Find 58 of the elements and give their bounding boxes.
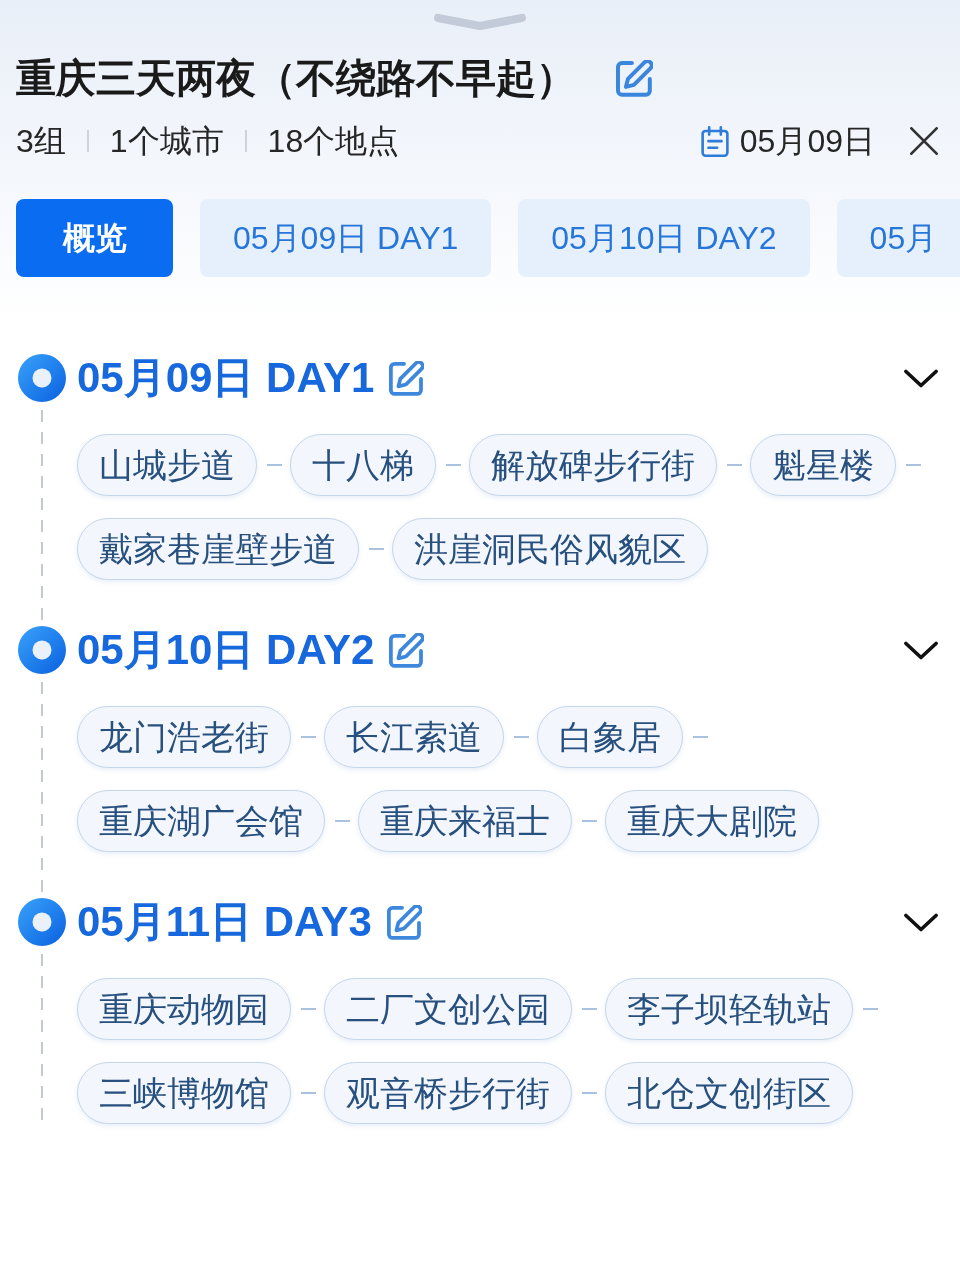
timeline-marker-icon <box>18 898 66 946</box>
tab[interactable]: 05月 <box>836 199 960 277</box>
tab[interactable]: 05月09日 DAY1 <box>200 199 492 277</box>
place-chip[interactable]: 北仓文创街区 <box>605 1062 853 1124</box>
edit-icon[interactable] <box>389 360 425 396</box>
connector-line <box>863 1008 878 1010</box>
edit-icon[interactable] <box>386 904 422 940</box>
trip-stat: 18个地点 <box>267 122 400 161</box>
trip-title: 重庆三天两夜（不绕路不早起） <box>16 55 576 102</box>
calendar-icon <box>700 125 729 157</box>
day-title: 05月11日 DAY3 <box>77 898 372 946</box>
connector-line <box>582 1008 597 1010</box>
chevron-down-icon[interactable] <box>904 640 938 660</box>
connector-line <box>267 464 282 466</box>
place-chip[interactable]: 龙门浩老街 <box>77 706 291 768</box>
place-chip[interactable]: 长江索道 <box>324 706 504 768</box>
place-chip[interactable]: 戴家巷崖壁步道 <box>77 518 359 580</box>
connector-line <box>693 736 708 738</box>
tab[interactable]: 概览 <box>16 199 173 277</box>
connector-line <box>906 464 921 466</box>
place-chip[interactable]: 山城步道 <box>77 434 257 496</box>
place-chip[interactable]: 重庆动物园 <box>77 978 291 1040</box>
trip-stat: 1个城市 <box>109 122 224 161</box>
connector-line <box>727 464 742 466</box>
edit-icon[interactable] <box>389 632 425 668</box>
timeline-marker-icon <box>18 354 66 402</box>
connector-line <box>369 548 384 550</box>
place-chip[interactable]: 白象居 <box>537 706 683 768</box>
edit-icon[interactable] <box>616 59 653 97</box>
timeline-marker-icon <box>18 626 66 674</box>
close-icon[interactable] <box>910 127 938 155</box>
trip-stat: 3组 <box>16 122 66 161</box>
connector-line <box>301 1008 316 1010</box>
connector-line <box>582 1092 597 1094</box>
day-title: 05月10日 DAY2 <box>77 626 375 674</box>
date-text: 05月09日 <box>739 122 875 161</box>
place-chip[interactable]: 重庆湖广会馆 <box>77 790 325 852</box>
place-chip[interactable]: 魁星楼 <box>750 434 896 496</box>
place-chip[interactable]: 解放碑步行街 <box>469 434 717 496</box>
chevron-down-icon[interactable] <box>904 368 938 388</box>
place-chip[interactable]: 三峡博物馆 <box>77 1062 291 1124</box>
day-title: 05月09日 DAY1 <box>77 354 375 402</box>
place-chip[interactable]: 观音桥步行街 <box>324 1062 572 1124</box>
connector-line <box>335 820 350 822</box>
place-chip[interactable]: 洪崖洞民俗风貌区 <box>392 518 708 580</box>
tab[interactable]: 05月10日 DAY2 <box>518 199 810 277</box>
place-chip[interactable]: 重庆大剧院 <box>605 790 819 852</box>
place-chip[interactable]: 二厂文创公园 <box>324 978 572 1040</box>
connector-line <box>514 736 529 738</box>
place-chip[interactable]: 李子坝轻轨站 <box>605 978 853 1040</box>
place-chip[interactable]: 十八梯 <box>290 434 436 496</box>
drag-handle[interactable] <box>434 12 526 32</box>
connector-line <box>301 1092 316 1094</box>
place-chip[interactable]: 重庆来福士 <box>358 790 572 852</box>
connector-line <box>301 736 316 738</box>
chevron-down-icon[interactable] <box>904 912 938 932</box>
connector-line <box>446 464 461 466</box>
connector-line <box>582 820 597 822</box>
